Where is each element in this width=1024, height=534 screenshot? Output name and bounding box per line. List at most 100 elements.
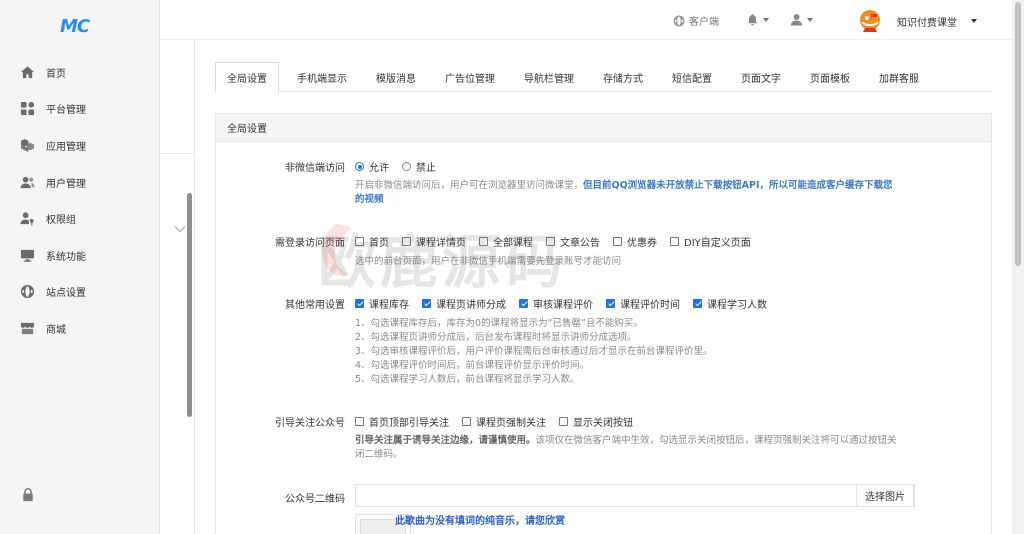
tab-ad-slots[interactable]: 广告位管理 xyxy=(434,62,506,92)
checkbox[interactable] xyxy=(693,299,702,308)
checkbox[interactable] xyxy=(613,237,622,246)
tab-page-text[interactable]: 页面文字 xyxy=(730,62,792,92)
caret-down-icon xyxy=(971,19,977,23)
logo-text: MC xyxy=(60,16,90,37)
divider xyxy=(160,153,195,154)
checkbox-all-courses[interactable]: 全部课程 xyxy=(479,234,533,249)
help-warning: 但目前QQ浏览器未开放禁止下载按钮API，所以可能造成客户缓存下载您 xyxy=(583,180,893,191)
help-line: 4、勾选课程评价时间后，前台课程评价显示评价时间。 xyxy=(355,360,590,371)
sidebar-item-platform[interactable]: 平台管理 xyxy=(0,91,160,128)
option-label: 首页 xyxy=(369,238,389,249)
chevron-down-icon[interactable] xyxy=(174,225,186,233)
checkbox[interactable] xyxy=(355,417,364,426)
checkbox[interactable] xyxy=(519,299,528,308)
checkbox-course-stock[interactable]: 课程库存 xyxy=(355,296,409,311)
checkbox-coupons[interactable]: 优惠券 xyxy=(613,234,657,249)
login-pages-label: 需登录访问页面 xyxy=(275,238,345,249)
option-label: 课程详情页 xyxy=(416,238,466,249)
qrcode-label: 公众号二维码 xyxy=(285,494,345,505)
top-header: 客户端 知识付费课堂 xyxy=(160,0,1012,40)
option-label: 禁止 xyxy=(416,163,436,174)
checkbox-diy-page[interactable]: DIY自定义页面 xyxy=(670,234,751,249)
sidebar-item-system[interactable]: 系统功能 xyxy=(0,237,160,274)
tab-navbar[interactable]: 导航栏管理 xyxy=(513,62,585,92)
checkbox-force-follow[interactable]: 课程页强制关注 xyxy=(462,414,546,429)
sidebar-item-site-settings[interactable]: 站点设置 xyxy=(0,274,160,311)
checkbox-articles[interactable]: 文章公告 xyxy=(546,234,600,249)
home-icon xyxy=(19,64,35,80)
tab-global-settings[interactable]: 全局设置 xyxy=(215,62,279,93)
tab-page-templates[interactable]: 页面模板 xyxy=(799,62,861,92)
lock-icon[interactable] xyxy=(21,487,35,503)
radio-button[interactable] xyxy=(355,162,364,171)
client-link[interactable]: 客户端 xyxy=(673,13,719,28)
page-scrollbar[interactable] xyxy=(1012,0,1024,534)
notifications-dropdown[interactable] xyxy=(746,13,769,26)
checkbox-lecturer-share[interactable]: 课程页讲师分成 xyxy=(422,296,506,311)
checkbox-show-close[interactable]: 显示关闭按钮 xyxy=(559,414,633,429)
checkbox[interactable] xyxy=(462,417,471,426)
grid-icon xyxy=(19,101,35,117)
qrcode-path-input[interactable]: 选择图片 xyxy=(355,484,915,507)
choose-image-button[interactable]: 选择图片 xyxy=(856,484,914,507)
settings-tabs: 全局设置 手机端显示 模版消息 广告位管理 导航栏管理 存储方式 短信配置 页面… xyxy=(215,62,991,93)
radio-button[interactable] xyxy=(402,162,411,171)
login-pages-help: 选中的前台页面，用户在非微信手机端需要先登录账号才能访问 xyxy=(355,256,622,267)
brand-logo-icon xyxy=(860,10,880,32)
checkbox[interactable] xyxy=(606,299,615,308)
sidebar-item-permission-groups[interactable]: 权限组 xyxy=(0,200,160,237)
option-label: 显示关闭按钮 xyxy=(573,418,633,429)
sidebar-item-label: 商城 xyxy=(46,324,66,336)
tab-sms[interactable]: 短信配置 xyxy=(661,62,723,92)
user-icon xyxy=(790,14,803,26)
option-label: 课程页讲师分成 xyxy=(436,300,506,311)
checkbox[interactable] xyxy=(559,417,568,426)
checkbox[interactable] xyxy=(479,237,488,246)
checkbox-review-time[interactable]: 课程评价时间 xyxy=(606,296,680,311)
app-logo[interactable]: MC xyxy=(60,16,96,38)
checkbox[interactable] xyxy=(546,237,555,246)
checkbox-review-audit[interactable]: 审核课程评价 xyxy=(519,296,593,311)
login-pages-options: 首页 课程详情页 全部课程 文章公告 优惠券 DIY自定义页面 xyxy=(355,234,764,249)
sidebar-item-home[interactable]: 首页 xyxy=(0,54,160,91)
option-label: 文章公告 xyxy=(560,238,600,249)
sidebar-item-label: 平台管理 xyxy=(46,105,86,117)
monitor-icon xyxy=(19,247,35,263)
checkbox[interactable] xyxy=(422,299,431,308)
checkbox[interactable] xyxy=(355,299,364,308)
checkbox[interactable] xyxy=(355,237,364,246)
option-label: 课程学习人数 xyxy=(707,300,767,311)
sidebar-item-store[interactable]: 商城 xyxy=(0,310,160,347)
tab-mobile-display[interactable]: 手机端显示 xyxy=(286,62,358,92)
user-dropdown[interactable] xyxy=(790,13,813,26)
non-wechat-options: 允许 禁止 xyxy=(355,159,449,174)
globe-small-icon xyxy=(673,15,685,26)
checkbox[interactable] xyxy=(670,237,679,246)
help-warning-cont: 的视频 xyxy=(355,194,384,205)
page-scrollbar-thumb[interactable] xyxy=(1015,2,1021,266)
tab-template-messages[interactable]: 模版消息 xyxy=(365,62,427,92)
radio-forbid[interactable]: 禁止 xyxy=(402,159,436,174)
user-key-icon xyxy=(19,211,35,227)
bell-icon xyxy=(747,14,758,26)
sidebar-item-label: 应用管理 xyxy=(46,141,86,153)
radio-allow[interactable]: 允许 xyxy=(355,159,389,174)
checkbox[interactable] xyxy=(402,237,411,246)
checkbox-home[interactable]: 首页 xyxy=(355,234,389,249)
brand-dropdown[interactable]: 知识付费课堂 xyxy=(857,8,977,34)
checkbox-home-follow[interactable]: 首页顶部引导关注 xyxy=(355,414,449,429)
follow-account-label: 引导关注公众号 xyxy=(275,418,345,429)
checkbox-learner-count[interactable]: 课程学习人数 xyxy=(693,296,767,311)
option-label: DIY自定义页面 xyxy=(684,238,751,249)
submenu-scrollbar[interactable] xyxy=(187,193,192,417)
follow-account-options: 首页顶部引导关注 课程页强制关注 显示关闭按钮 xyxy=(355,414,646,429)
option-label: 允许 xyxy=(369,163,389,174)
non-wechat-help: 开启非微信端访问后，用户可在浏览器里访问微课堂，但目前QQ浏览器未开放禁止下载按… xyxy=(355,179,925,207)
sidebar-item-apps[interactable]: 应用管理 xyxy=(0,127,160,164)
option-label: 课程评价时间 xyxy=(620,300,680,311)
tab-group-service[interactable]: 加群客服 xyxy=(868,62,930,92)
tab-storage[interactable]: 存储方式 xyxy=(592,62,654,92)
sidebar-item-users[interactable]: 用户管理 xyxy=(0,164,160,201)
client-label: 客户端 xyxy=(689,17,719,28)
checkbox-course-detail[interactable]: 课程详情页 xyxy=(402,234,466,249)
